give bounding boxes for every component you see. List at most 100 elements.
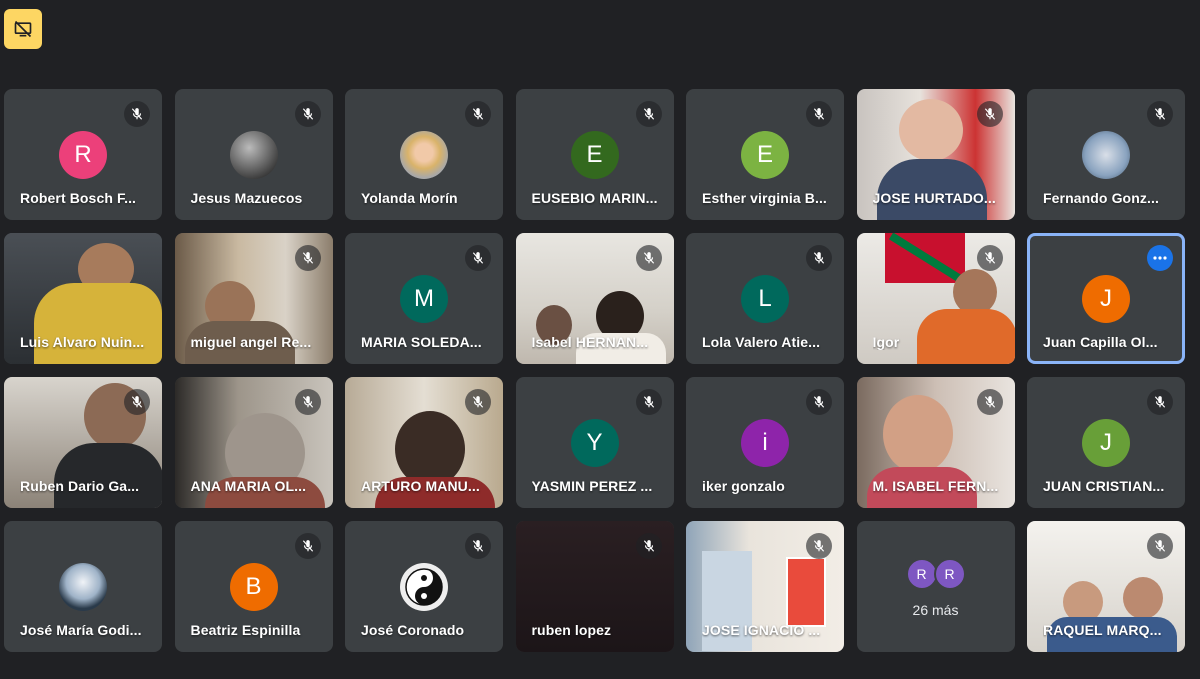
more-avatars: R R	[905, 558, 966, 590]
mic-off-icon	[806, 533, 832, 559]
avatar: J	[1082, 419, 1130, 467]
mic-off-icon	[635, 533, 662, 559]
participant-name: Yolanda Morín	[361, 190, 458, 206]
participant-name: José María Godi...	[20, 622, 142, 638]
participant-video-tile[interactable]: ANA MARIA OL...	[174, 377, 333, 508]
mic-off-icon	[806, 245, 832, 271]
participant-tile[interactable]: E EUSEBIO MARIN...	[515, 89, 674, 220]
mic-off-icon	[124, 101, 150, 127]
mic-off-icon	[465, 389, 491, 415]
participant-tile[interactable]: R Robert Bosch F...	[4, 89, 162, 220]
participant-tile[interactable]: Y YASMIN PEREZ ...	[515, 377, 674, 508]
avatar: E	[570, 131, 619, 179]
participant-tile[interactable]: i iker gonzalo	[686, 377, 844, 508]
participant-name: JOSE IGNACIO ...	[702, 622, 821, 638]
participant-name: Juan Capilla Ol...	[1043, 334, 1158, 350]
avatar: E	[741, 131, 789, 179]
person-head	[898, 99, 963, 161]
profile-photo	[1082, 131, 1130, 179]
mic-off-icon	[976, 245, 1003, 271]
participant-name: MARIA SOLEDA...	[361, 334, 482, 350]
yin-yang-photo	[400, 563, 448, 611]
participant-video-tile[interactable]: Isabel HERNAN...	[515, 233, 674, 364]
more-participants-tile[interactable]: R R 26 más	[856, 521, 1015, 652]
mic-off-icon	[806, 389, 832, 415]
mic-off-icon	[1147, 533, 1173, 559]
avatar: R	[59, 131, 107, 179]
mic-off-icon	[294, 245, 321, 271]
mic-off-icon	[294, 389, 321, 415]
participant-name: Jesus Mazuecos	[190, 190, 303, 206]
participant-name: Lola Valero Atie...	[702, 334, 821, 350]
more-options-icon[interactable]	[1147, 245, 1173, 271]
more-count-label: 26 más	[912, 602, 959, 618]
participant-name: ANA MARIA OL...	[190, 478, 307, 494]
mic-off-icon	[294, 533, 321, 559]
participant-video-tile[interactable]: Igor	[856, 233, 1015, 364]
participant-video-tile[interactable]: Luis Alvaro Nuin...	[4, 233, 162, 364]
participant-grid: R Robert Bosch F... Jesus Mazuecos Yolan…	[4, 89, 1185, 652]
participant-name: M. ISABEL FERN...	[872, 478, 999, 494]
participant-name: JUAN CRISTIAN...	[1043, 478, 1165, 494]
participant-video-tile[interactable]: ARTURO MANU...	[345, 377, 503, 508]
mic-off-icon	[1147, 101, 1173, 127]
mic-off-icon	[635, 389, 662, 415]
participant-name: Fernando Gonz...	[1043, 190, 1159, 206]
avatar: B	[229, 563, 278, 611]
participant-video-tile[interactable]: Ruben Dario Ga...	[4, 377, 162, 508]
poster	[786, 557, 826, 627]
participant-name: José Coronado	[361, 622, 465, 638]
participant-video-tile[interactable]: JOSE IGNACIO ...	[686, 521, 844, 652]
profile-photo	[59, 563, 107, 611]
participant-tile-selected[interactable]: J Juan Capilla Ol...	[1027, 233, 1185, 364]
avatar: Y	[570, 419, 619, 467]
participant-tile[interactable]: B Beatriz Espinilla	[174, 521, 333, 652]
participant-name: ARTURO MANU...	[361, 478, 480, 494]
participant-tile[interactable]: Yolanda Morín	[345, 89, 503, 220]
participant-tile[interactable]: M MARIA SOLEDA...	[345, 233, 503, 364]
mic-off-icon	[1147, 389, 1173, 415]
person-body	[54, 443, 162, 508]
participant-name: Robert Bosch F...	[20, 190, 137, 206]
participant-name: ruben lopez	[531, 622, 612, 638]
mic-off-icon	[635, 101, 662, 127]
participant-name: Isabel HERNAN...	[531, 334, 649, 350]
participant-tile[interactable]: Jesus Mazuecos	[174, 89, 333, 220]
participant-video-tile[interactable]: M. ISABEL FERN...	[856, 377, 1015, 508]
participant-tile[interactable]: J JUAN CRISTIAN...	[1027, 377, 1185, 508]
participant-video-tile[interactable]: miguel angel Re...	[174, 233, 333, 364]
person-body	[34, 283, 162, 364]
participant-name: miguel angel Re...	[190, 334, 312, 350]
present-screen-icon[interactable]	[4, 9, 42, 49]
mic-off-icon	[465, 245, 491, 271]
participant-name: JOSE HURTADO...	[872, 190, 996, 206]
participant-tile[interactable]: Fernando Gonz...	[1027, 89, 1185, 220]
participant-tile[interactable]: José María Godi...	[4, 521, 162, 652]
participant-video-tile[interactable]: JOSE HURTADO...	[856, 89, 1015, 220]
participant-name: iker gonzalo	[702, 478, 785, 494]
participant-video-tile[interactable]: ruben lopez	[515, 521, 674, 652]
participant-name: Esther virginia B...	[702, 190, 827, 206]
mic-off-icon	[976, 101, 1003, 127]
mic-off-icon	[294, 101, 321, 127]
participant-name: EUSEBIO MARIN...	[531, 190, 658, 206]
mic-off-icon	[465, 101, 491, 127]
moon-photo	[229, 131, 278, 179]
participant-video-tile[interactable]: RAQUEL MARQ...	[1027, 521, 1185, 652]
mic-off-icon	[465, 533, 491, 559]
participant-name: Igor	[872, 334, 900, 350]
participant-name: RAQUEL MARQ...	[1043, 622, 1162, 638]
profile-photo	[400, 131, 448, 179]
participant-tile[interactable]: E Esther virginia B...	[686, 89, 844, 220]
participant-tile[interactable]: José Coronado	[345, 521, 503, 652]
avatar: M	[400, 275, 448, 323]
participant-name: Beatriz Espinilla	[190, 622, 301, 638]
participant-name: YASMIN PEREZ ...	[531, 478, 653, 494]
avatar: R	[933, 558, 966, 590]
mic-off-icon	[635, 245, 662, 271]
avatar: J	[1082, 275, 1130, 323]
mic-off-icon	[806, 101, 832, 127]
person-head	[395, 411, 465, 487]
participant-name: Luis Alvaro Nuin...	[20, 334, 145, 350]
participant-tile[interactable]: L Lola Valero Atie...	[686, 233, 844, 364]
